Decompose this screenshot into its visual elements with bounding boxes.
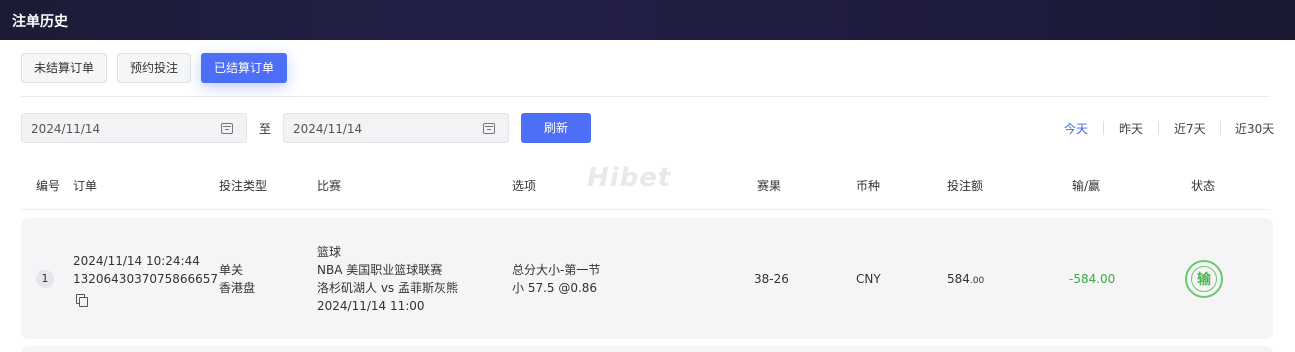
currency: CNY: [856, 272, 881, 286]
quick-range-today[interactable]: 今天: [1064, 120, 1088, 137]
match-sport: 篮球: [317, 245, 342, 259]
calendar-icon: [483, 123, 495, 134]
column-header-bet-type: 投注类型: [219, 179, 268, 193]
tab-settled-orders[interactable]: 已结算订单: [201, 53, 287, 83]
match-league: NBA 美国职业篮球联赛: [317, 263, 443, 277]
column-header-status: 状态: [1191, 179, 1216, 193]
win-loss-amount: -584.00: [1069, 272, 1116, 286]
match-result: 38-26: [754, 272, 789, 286]
column-header-result: 赛果: [757, 179, 782, 193]
odds-type: 香港盘: [219, 281, 256, 295]
tab-unsettled-orders[interactable]: 未结算订单: [21, 53, 107, 83]
stake-decimal: .00: [969, 276, 985, 286]
order-time: 2024/11/14 10:24:44: [73, 254, 200, 268]
date-range-separator: 至: [259, 122, 272, 136]
start-date-value: 2024/11/14: [31, 122, 101, 136]
end-date-input[interactable]: 2024/11/14: [283, 113, 509, 143]
refresh-button[interactable]: 刷新: [521, 113, 591, 143]
tab-scheduled-bets[interactable]: 预约投注: [117, 53, 191, 83]
copy-icon[interactable]: [76, 294, 88, 307]
tabs-divider: [21, 96, 1270, 97]
bet-type: 单关: [219, 263, 244, 277]
quick-range-separator: [1220, 121, 1221, 135]
bet-selection: 小 57.5 @0.86: [512, 281, 598, 295]
status-label: 输: [1191, 266, 1217, 292]
quick-range-separator: [1103, 121, 1104, 135]
table-header-divider: [21, 209, 1270, 210]
row-index-badge: 1: [36, 270, 54, 288]
bet-market: 总分大小-第一节: [512, 263, 601, 277]
column-header-match: 比赛: [317, 179, 342, 193]
quick-range-7days[interactable]: 近7天: [1174, 120, 1206, 137]
column-header-currency: 币种: [856, 179, 881, 193]
brand-watermark: Hibet: [587, 163, 672, 193]
stake-amount: 584.00: [947, 270, 984, 290]
column-header-stake: 投注额: [947, 179, 984, 193]
top-header-bar: 注单历史: [0, 0, 1295, 40]
column-header-win-loss: 输/赢: [1072, 179, 1101, 193]
quick-range-yesterday[interactable]: 昨天: [1119, 120, 1143, 137]
quick-range-30days[interactable]: 近30天: [1235, 120, 1274, 137]
quick-range-separator: [1158, 121, 1159, 135]
table-row: [21, 346, 1273, 352]
column-header-selection: 选项: [512, 179, 537, 193]
match-time: 2024/11/14 11:00: [317, 299, 425, 313]
page-title: 注单历史: [12, 14, 68, 30]
column-header-index: 编号: [36, 179, 61, 193]
end-date-value: 2024/11/14: [293, 122, 363, 136]
column-header-order: 订单: [73, 179, 98, 193]
stake-integer: 584: [947, 272, 970, 286]
calendar-icon: [221, 123, 233, 134]
order-id: 1320643037075866657: [73, 272, 219, 286]
match-teams: 洛杉矶湖人 vs 孟菲斯灰熊: [317, 281, 458, 295]
status-loss-stamp-icon: 输: [1185, 260, 1223, 298]
start-date-input[interactable]: 2024/11/14: [21, 113, 247, 143]
